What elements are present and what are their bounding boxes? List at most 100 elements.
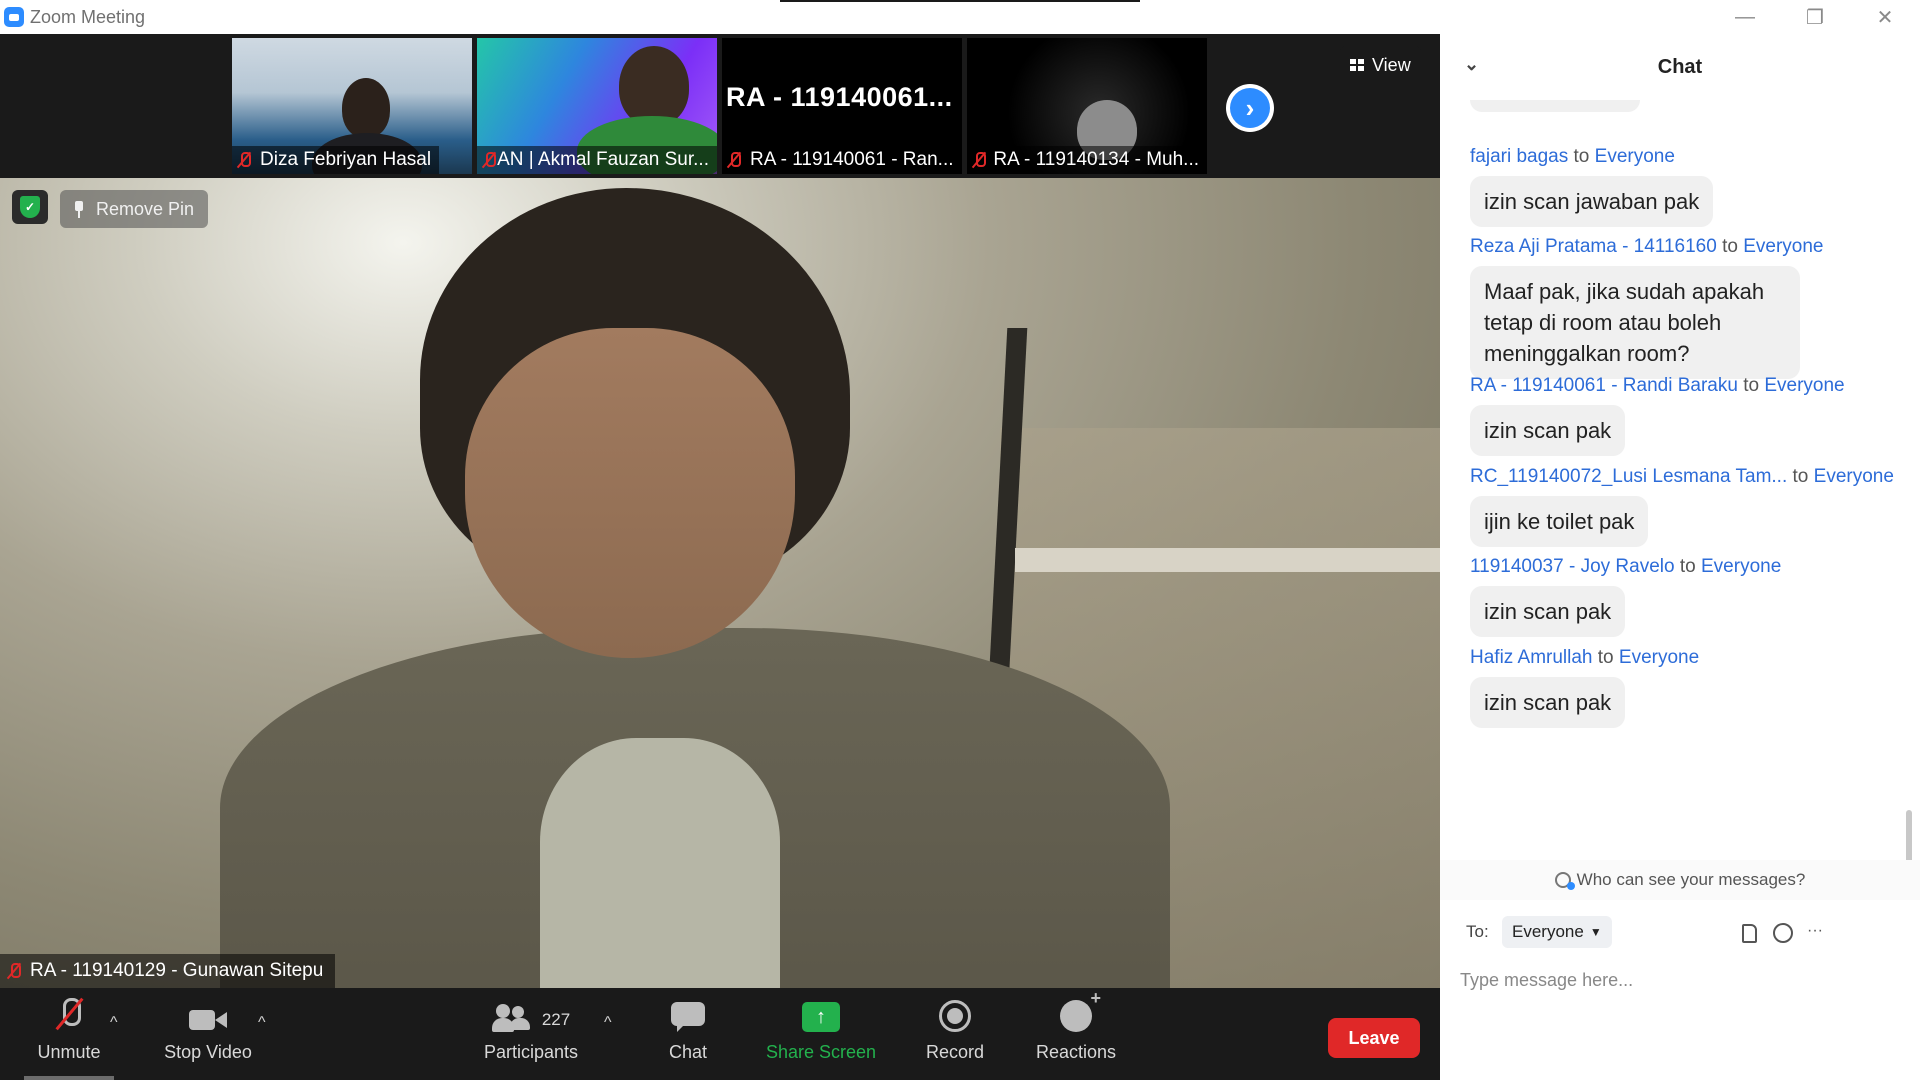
mic-muted-icon	[481, 151, 497, 169]
chat-scrollbar[interactable]	[1906, 810, 1912, 860]
mic-muted-icon	[971, 151, 987, 169]
audio-options-caret-icon[interactable]: ^	[110, 1014, 118, 1032]
chat-message: 119140037 - Joy Ravelo to Everyone izin …	[1470, 556, 1910, 637]
participants-options-caret-icon[interactable]: ^	[604, 1014, 612, 1032]
next-page-button[interactable]: ›	[1226, 84, 1274, 132]
participant-name: RA - 119140134 - Muh...	[993, 149, 1199, 170]
chat-message: Reza Aji Pratama - 14116160 to Everyone …	[1470, 236, 1910, 379]
person-info-icon	[1554, 872, 1575, 890]
chat-title: Chat	[1657, 55, 1703, 78]
active-speaker-video: ✓ Remove Pin RA - 119140129 - Gunawan Si…	[0, 178, 1440, 988]
meeting-toolbar: Unmute ^ Stop Video ^ 227 Participants ^	[0, 988, 1440, 1080]
zoom-logo-icon	[4, 7, 24, 27]
chevron-right-icon: ›	[1230, 88, 1270, 128]
chat-message-input[interactable]	[1460, 960, 1900, 1000]
record-label: Record	[925, 1042, 985, 1062]
share-screen-button[interactable]: ↑ Share Screen	[766, 988, 876, 1080]
more-options-icon[interactable]: ···	[1804, 920, 1826, 942]
mic-muted-icon	[6, 962, 22, 980]
participant-silhouette	[619, 46, 689, 126]
zoom-window: Zoom Meeting — ❐ ✕ Diza Febriyan Hasal A	[0, 0, 1920, 1080]
message-header: RA - 119140061 - Randi Baraku to Everyon…	[1470, 375, 1845, 396]
thumbnail-strip: Diza Febriyan Hasal AN | Akmal Fauzan Su…	[0, 34, 1440, 178]
participant-avatar-label: RA - 119140061...	[726, 82, 953, 112]
message-recipient: Everyone	[1594, 146, 1675, 167]
message-bubble: ijin ke toilet pak	[1470, 496, 1649, 547]
record-button[interactable]: Record	[924, 988, 986, 1080]
chat-message-list[interactable]: fajari bagas to Everyone izin scan jawab…	[1440, 100, 1920, 860]
emoji-icon[interactable]	[1772, 922, 1794, 944]
view-label: View	[1372, 54, 1411, 75]
view-button[interactable]: View	[1340, 46, 1421, 84]
speaker-shirt	[540, 738, 780, 988]
chevron-down-icon: ▼	[1589, 925, 1602, 939]
pin-icon	[74, 201, 84, 218]
recipient-value: Everyone	[1512, 922, 1584, 941]
restore-button[interactable]: ❐	[1780, 0, 1850, 34]
reactions-button[interactable]: Reactions	[1034, 988, 1118, 1080]
chat-message: fajari bagas to Everyone izin scan jawab…	[1470, 146, 1910, 227]
participants-count: 227	[541, 1010, 571, 1029]
chat-panel: ⌄ Chat fajari bagas to Everyone izin sca…	[1440, 34, 1920, 1080]
video-options-caret-icon[interactable]: ^	[258, 1014, 266, 1032]
chat-message: RC_119140072_Lusi Lesmana Tam... to Ever…	[1470, 466, 1910, 547]
grid-icon	[1350, 59, 1364, 71]
stop-video-button[interactable]: Stop Video	[160, 988, 256, 1080]
message-header: 119140037 - Joy Ravelo to Everyone	[1470, 556, 1782, 577]
chat-message: Hafiz Amrullah to Everyone izin scan pak	[1470, 647, 1910, 728]
chevron-down-icon[interactable]: ⌄	[1464, 54, 1479, 75]
share-screen-arrow-icon: ↑	[802, 1002, 840, 1032]
to-label: To:	[1466, 922, 1489, 941]
message-sender[interactable]: RA - 119140061 - Randi Baraku	[1470, 375, 1738, 396]
stop-video-label: Stop Video	[164, 1042, 252, 1062]
chat-button[interactable]: Chat	[666, 988, 710, 1080]
recipient-dropdown[interactable]: Everyone ▼	[1502, 916, 1612, 948]
message-sender[interactable]: Hafiz Amrullah	[1470, 647, 1593, 668]
participant-thumbnail[interactable]: Diza Febriyan Hasal	[232, 38, 472, 174]
participants-icon	[491, 1004, 532, 1032]
remove-pin-button[interactable]: Remove Pin	[60, 190, 209, 228]
security-shield-icon[interactable]: ✓	[12, 190, 48, 224]
message-recipient: Everyone	[1764, 375, 1845, 396]
mic-muted-icon	[236, 151, 252, 169]
background-rail	[1015, 548, 1440, 572]
participant-thumbnail[interactable]: AN | Akmal Fauzan Sur...	[477, 38, 717, 174]
window-title: Zoom Meeting	[30, 6, 146, 27]
message-sender[interactable]: Reza Aji Pratama - 14116160	[1470, 236, 1717, 257]
close-button[interactable]: ✕	[1850, 0, 1920, 34]
remove-pin-label: Remove Pin	[96, 198, 195, 219]
speaker-name: RA - 119140129 - Gunawan Sitepu	[30, 960, 324, 981]
message-sender[interactable]: fajari bagas	[1470, 146, 1568, 167]
participants-button[interactable]: 227 Participants	[480, 988, 582, 1080]
share-indicator-line	[780, 0, 1140, 2]
participant-silhouette	[342, 78, 390, 138]
message-header: Reza Aji Pratama - 14116160 to Everyone	[1470, 236, 1824, 257]
message-header: Hafiz Amrullah to Everyone	[1470, 647, 1700, 668]
file-icon[interactable]	[1738, 922, 1760, 944]
message-recipient: Everyone	[1813, 466, 1894, 487]
speaker-name-tag: RA - 119140129 - Gunawan Sitepu	[0, 954, 336, 988]
emoji-reaction-icon	[1060, 988, 1101, 1032]
previous-message-bubble	[1470, 100, 1640, 112]
video-area: Diza Febriyan Hasal AN | Akmal Fauzan Su…	[0, 34, 1440, 988]
participant-name: AN | Akmal Fauzan Sur...	[497, 149, 709, 170]
participant-name-tag: RA - 119140134 - Muh...	[967, 146, 1207, 174]
participants-label: Participants	[483, 1042, 579, 1062]
participant-thumbnail[interactable]: RA - 119140134 - Muh...	[967, 38, 1207, 174]
record-icon	[939, 1000, 971, 1032]
message-bubble: izin scan pak	[1470, 677, 1626, 728]
participant-name: Diza Febriyan Hasal	[260, 149, 432, 170]
participant-thumbnail[interactable]: RA - 119140061... RA - 119140061 - Ran..…	[722, 38, 962, 174]
mic-muted-icon	[726, 151, 742, 169]
speaker-face	[465, 328, 795, 658]
who-can-see-messages-link[interactable]: Who can see your messages?	[1440, 860, 1920, 900]
message-bubble: izin scan pak	[1470, 405, 1626, 456]
unmute-label: Unmute	[37, 1042, 101, 1062]
message-sender[interactable]: 119140037 - Joy Ravelo	[1470, 556, 1675, 577]
unmute-button[interactable]: Unmute	[28, 988, 110, 1080]
message-sender[interactable]: RC_119140072_Lusi Lesmana Tam...	[1470, 466, 1787, 487]
participant-name: RA - 119140061 - Ran...	[750, 149, 954, 170]
minimize-button[interactable]: —	[1710, 0, 1780, 34]
message-header: fajari bagas to Everyone	[1470, 146, 1675, 167]
leave-button[interactable]: Leave	[1328, 1018, 1420, 1058]
